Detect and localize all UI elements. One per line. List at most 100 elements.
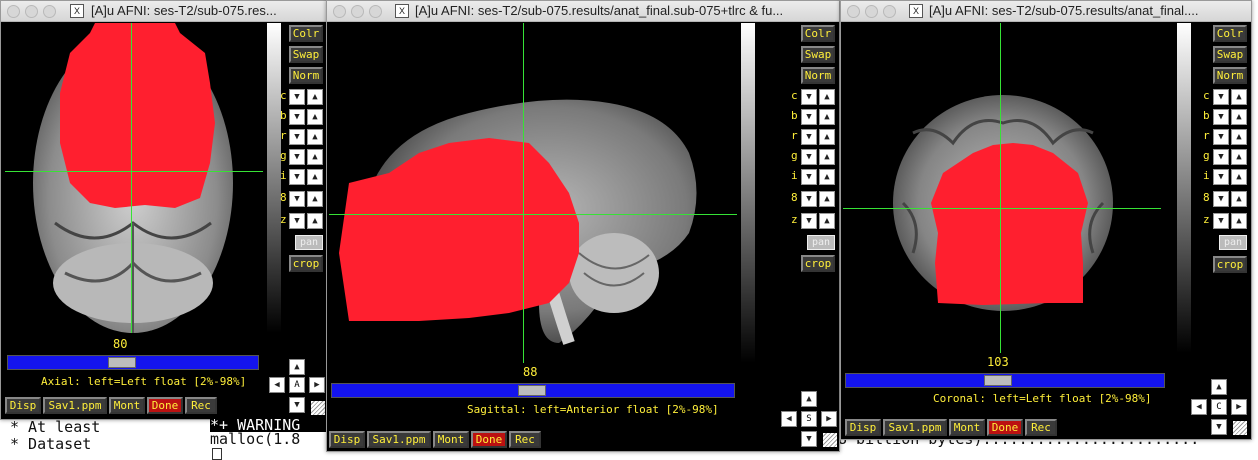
- swap-button[interactable]: Swap: [801, 46, 835, 63]
- b-down-icon[interactable]: ▼: [801, 109, 817, 125]
- pan-button[interactable]: pan: [1219, 235, 1247, 250]
- norm-button[interactable]: Norm: [1213, 67, 1247, 84]
- disp-button[interactable]: Disp: [329, 431, 365, 448]
- norm-button[interactable]: Norm: [801, 67, 835, 84]
- nav-up-icon[interactable]: ▲: [289, 359, 305, 375]
- mont-button[interactable]: Mont: [949, 419, 985, 436]
- i-up-icon[interactable]: ▲: [307, 169, 323, 185]
- norm-button[interactable]: Norm: [289, 67, 323, 84]
- c-up-icon[interactable]: ▲: [307, 89, 323, 105]
- nav-down-icon[interactable]: ▼: [289, 397, 305, 413]
- 8-up-icon[interactable]: ▲: [819, 191, 835, 207]
- colr-button[interactable]: Colr: [801, 25, 835, 42]
- rec-button[interactable]: Rec: [185, 397, 217, 414]
- g-down-icon[interactable]: ▼: [289, 149, 305, 165]
- sagittal-image-view[interactable]: [329, 23, 737, 363]
- nav-label[interactable]: S: [801, 411, 817, 427]
- save-ppm-button[interactable]: Sav1.ppm: [883, 419, 947, 436]
- g-down-icon[interactable]: ▼: [1213, 149, 1229, 165]
- rec-button[interactable]: Rec: [509, 431, 541, 448]
- nav-right-icon[interactable]: ▶: [821, 411, 837, 427]
- nav-down-icon[interactable]: ▼: [1211, 419, 1227, 435]
- r-up-icon[interactable]: ▲: [819, 129, 835, 145]
- nav-left-icon[interactable]: ◀: [781, 411, 797, 427]
- i-down-icon[interactable]: ▼: [289, 169, 305, 185]
- nav-left-icon[interactable]: ◀: [269, 377, 285, 393]
- colr-button[interactable]: Colr: [289, 25, 323, 42]
- 8-down-icon[interactable]: ▼: [1213, 191, 1229, 207]
- minimize-window-icon[interactable]: [25, 5, 38, 18]
- r-up-icon[interactable]: ▲: [1231, 129, 1247, 145]
- mont-button[interactable]: Mont: [433, 431, 469, 448]
- g-up-icon[interactable]: ▲: [307, 149, 323, 165]
- crop-button[interactable]: crop: [1213, 256, 1247, 273]
- zoom-window-icon[interactable]: [369, 5, 382, 18]
- z-up-icon[interactable]: ▲: [819, 213, 835, 229]
- 8-down-icon[interactable]: ▼: [801, 191, 817, 207]
- b-up-icon[interactable]: ▲: [307, 109, 323, 125]
- colr-button[interactable]: Colr: [1213, 25, 1247, 42]
- nav-label[interactable]: C: [1211, 399, 1227, 415]
- coronal-image-view[interactable]: [843, 23, 1161, 353]
- axial-image-window[interactable]: X [A]u AFNI: ses-T2/sub-075.res... Colr …: [0, 0, 328, 420]
- c-up-icon[interactable]: ▲: [1231, 89, 1247, 105]
- done-button[interactable]: Done: [987, 419, 1023, 436]
- nav-right-icon[interactable]: ▶: [1231, 399, 1247, 415]
- save-ppm-button[interactable]: Sav1.ppm: [43, 397, 107, 414]
- window-titlebar[interactable]: X [A]u AFNI: ses-T2/sub-075.res...: [1, 1, 327, 22]
- close-window-icon[interactable]: [847, 5, 860, 18]
- grayscale-bar[interactable]: [267, 23, 281, 333]
- resize-grip[interactable]: [311, 401, 325, 415]
- window-titlebar[interactable]: X [A]u AFNI: ses-T2/sub-075.results/anat…: [327, 1, 839, 22]
- b-down-icon[interactable]: ▼: [289, 109, 305, 125]
- window-titlebar[interactable]: X [A]u AFNI: ses-T2/sub-075.results/anat…: [841, 1, 1251, 22]
- save-ppm-button[interactable]: Sav1.ppm: [367, 431, 431, 448]
- c-down-icon[interactable]: ▼: [801, 89, 817, 105]
- resize-grip[interactable]: [1233, 421, 1247, 435]
- c-down-icon[interactable]: ▼: [1213, 89, 1229, 105]
- close-window-icon[interactable]: [7, 5, 20, 18]
- i-down-icon[interactable]: ▼: [801, 169, 817, 185]
- nav-left-icon[interactable]: ◀: [1191, 399, 1207, 415]
- axial-image-view[interactable]: [5, 23, 263, 333]
- grayscale-bar[interactable]: [1177, 23, 1191, 353]
- done-button[interactable]: Done: [147, 397, 183, 414]
- slider-thumb[interactable]: [518, 385, 546, 396]
- zoom-window-icon[interactable]: [43, 5, 56, 18]
- minimize-window-icon[interactable]: [351, 5, 364, 18]
- z-up-icon[interactable]: ▲: [307, 213, 323, 229]
- c-up-icon[interactable]: ▲: [819, 89, 835, 105]
- zoom-window-icon[interactable]: [883, 5, 896, 18]
- coronal-image-window[interactable]: X [A]u AFNI: ses-T2/sub-075.results/anat…: [840, 0, 1252, 440]
- z-down-icon[interactable]: ▼: [801, 213, 817, 229]
- g-up-icon[interactable]: ▲: [819, 149, 835, 165]
- rec-button[interactable]: Rec: [1025, 419, 1057, 436]
- pan-button[interactable]: pan: [807, 235, 835, 250]
- nav-up-icon[interactable]: ▲: [1211, 379, 1227, 395]
- 8-up-icon[interactable]: ▲: [307, 191, 323, 207]
- pan-button[interactable]: pan: [295, 235, 323, 250]
- z-down-icon[interactable]: ▼: [1213, 213, 1229, 229]
- disp-button[interactable]: Disp: [845, 419, 881, 436]
- r-up-icon[interactable]: ▲: [307, 129, 323, 145]
- z-down-icon[interactable]: ▼: [289, 213, 305, 229]
- r-down-icon[interactable]: ▼: [289, 129, 305, 145]
- z-up-icon[interactable]: ▲: [1231, 213, 1247, 229]
- nav-down-icon[interactable]: ▼: [801, 431, 817, 447]
- g-down-icon[interactable]: ▼: [801, 149, 817, 165]
- grayscale-bar[interactable]: [741, 23, 755, 363]
- swap-button[interactable]: Swap: [289, 46, 323, 63]
- b-up-icon[interactable]: ▲: [1231, 109, 1247, 125]
- disp-button[interactable]: Disp: [5, 397, 41, 414]
- swap-button[interactable]: Swap: [1213, 46, 1247, 63]
- r-down-icon[interactable]: ▼: [801, 129, 817, 145]
- slider-thumb[interactable]: [108, 357, 136, 368]
- resize-grip[interactable]: [823, 433, 837, 447]
- b-up-icon[interactable]: ▲: [819, 109, 835, 125]
- slice-slider[interactable]: [7, 355, 259, 370]
- 8-up-icon[interactable]: ▲: [1231, 191, 1247, 207]
- crop-button[interactable]: crop: [289, 255, 323, 272]
- minimize-window-icon[interactable]: [865, 5, 878, 18]
- nav-up-icon[interactable]: ▲: [801, 391, 817, 407]
- crop-button[interactable]: crop: [801, 255, 835, 272]
